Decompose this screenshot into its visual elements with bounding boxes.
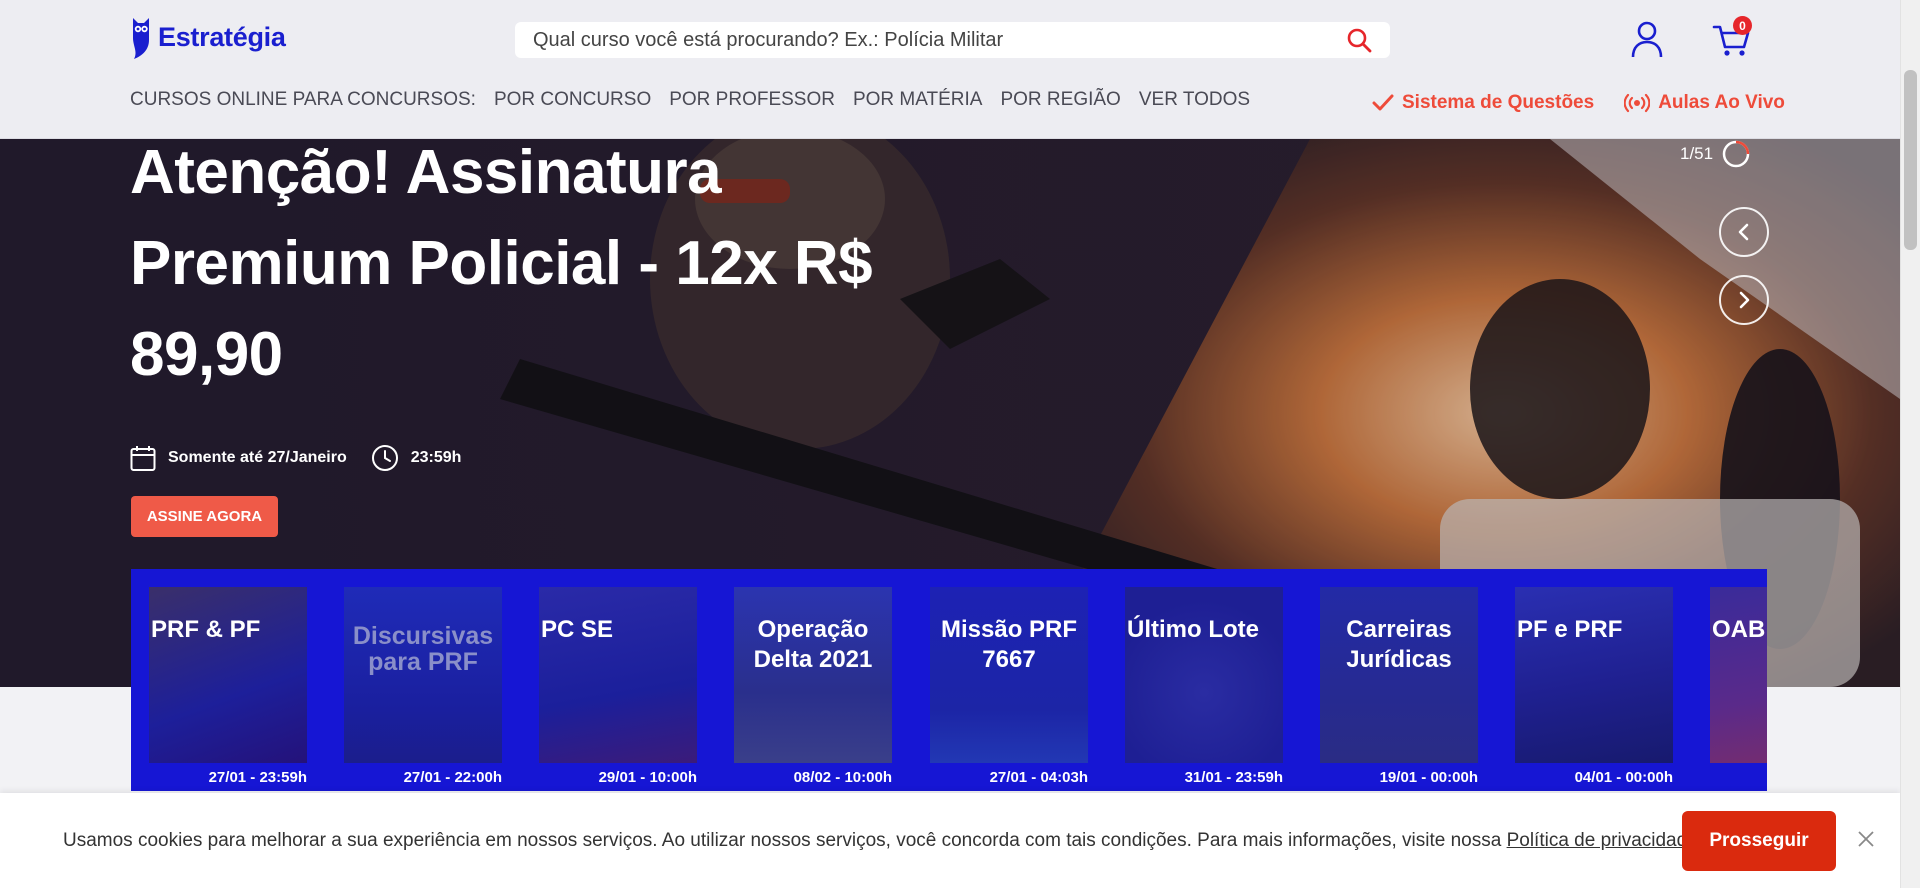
- promo-card-date: 04/01 - 00:00h: [1574, 769, 1673, 786]
- search-icon[interactable]: [1346, 27, 1372, 53]
- chevron-left-icon: [1738, 223, 1749, 241]
- promo-card-date: 31/01 - 23:59h: [1184, 769, 1283, 786]
- hero-title: Atenção! Assinatura Premium Policial - 1…: [130, 139, 873, 389]
- promo-card[interactable]: Último Lote: [1125, 587, 1283, 763]
- logo-text: Estratégia: [158, 21, 286, 52]
- live-classes-link[interactable]: Aulas Ao Vivo: [1624, 92, 1785, 114]
- promo-card[interactable]: PRF & PF: [149, 587, 307, 763]
- promo-card-date: 29/01 - 10:00h: [598, 769, 697, 786]
- nav-right-links: Sistema de Questões Aulas Ao Vivo: [1372, 92, 1785, 114]
- deadline-text: Somente até 27/Janeiro: [168, 449, 347, 466]
- proceed-button[interactable]: Prosseguir: [1682, 811, 1836, 871]
- promo-card-date: 27/01 - 22:00h: [403, 769, 502, 786]
- owl-logo-icon: [133, 18, 149, 59]
- close-icon[interactable]: [1856, 829, 1876, 849]
- search-input[interactable]: [533, 28, 1346, 52]
- checkmark-icon: [1372, 94, 1394, 111]
- questions-system-label: Sistema de Questões: [1402, 92, 1595, 113]
- main-nav: CURSOS ONLINE PARA CONCURSOS: POR CONCUR…: [130, 89, 1250, 111]
- search-bar: [515, 22, 1390, 58]
- cookie-text: Usamos cookies para melhorar a sua exper…: [63, 830, 1703, 852]
- nav-item-por-regiao[interactable]: POR REGIÃO: [1000, 89, 1120, 111]
- nav-item-por-concurso[interactable]: POR CONCURSO: [494, 89, 651, 111]
- subscribe-now-button[interactable]: ASSINE AGORA: [131, 496, 278, 537]
- promo-card-title: Último Lote: [1127, 616, 1259, 643]
- cart-count-badge: 0: [1733, 16, 1752, 35]
- privacy-policy-link[interactable]: Política de privacidade: [1507, 830, 1698, 851]
- cookie-message: Usamos cookies para melhorar a sua exper…: [63, 830, 1507, 851]
- promo-card-title: PRF & PF: [151, 616, 261, 643]
- slide-counter: 1/51: [1680, 139, 1751, 169]
- promo-card-title: PF e PRF: [1517, 616, 1623, 643]
- promo-carousel: PRF & PF 27/01 - 23:59h Discursivas para…: [131, 569, 1767, 791]
- promo-card-date: 27/01 - 23:59h: [208, 769, 307, 786]
- scrollbar-thumb[interactable]: [1904, 70, 1917, 250]
- promo-card-title: OAB: [1712, 616, 1766, 643]
- broadcast-icon: [1624, 93, 1651, 113]
- live-classes-label: Aulas Ao Vivo: [1658, 92, 1785, 113]
- promo-card[interactable]: Operação Delta 2021: [734, 587, 892, 763]
- logo[interactable]: Estratégia: [130, 14, 286, 60]
- carousel-next-button[interactable]: [1719, 275, 1769, 325]
- slide-timer-ring-icon: [1722, 140, 1750, 168]
- promo-card[interactable]: Discursivas para PRF: [344, 587, 502, 763]
- promo-card-title: Carreiras Jurídicas: [1346, 616, 1452, 673]
- slide-counter-text: 1/51: [1680, 144, 1714, 163]
- nav-item-por-materia[interactable]: POR MATÉRIA: [853, 89, 983, 111]
- deadline-time: 23:59h: [410, 449, 462, 466]
- nav-item-por-professor[interactable]: POR PROFESSOR: [669, 89, 835, 111]
- user-account-icon[interactable]: [1630, 20, 1664, 58]
- nav-label-online-courses: CURSOS ONLINE PARA CONCURSOS:: [130, 89, 476, 110]
- promo-card-date: 19/01 - 00:00h: [1379, 769, 1478, 786]
- hero-meta: Somente até 27/Janeiro 23:59h: [130, 444, 471, 472]
- cookie-banner: Usamos cookies para melhorar a sua exper…: [0, 793, 1900, 888]
- page-scrollbar[interactable]: [1900, 0, 1920, 888]
- page: Estratégia 0 CURSOS ONLINE PARA CONCURSO…: [0, 0, 1920, 888]
- promo-card-title: Operação Delta 2021: [753, 616, 873, 673]
- promo-card-date: 27/01 - 04:03h: [989, 769, 1088, 786]
- nav-item-ver-todos[interactable]: VER TODOS: [1139, 89, 1250, 111]
- promo-card[interactable]: OAB: [1710, 587, 1767, 763]
- promo-card-title: PC SE: [541, 616, 614, 643]
- promo-card-title: Missão PRF 7667: [940, 616, 1078, 673]
- calendar-icon: [130, 445, 156, 471]
- clock-icon: [371, 445, 398, 471]
- site-header: Estratégia 0 CURSOS ONLINE PARA CONCURSO…: [0, 0, 1900, 139]
- carousel-prev-button[interactable]: [1719, 207, 1769, 257]
- promo-card[interactable]: PF e PRF: [1515, 587, 1673, 763]
- promo-card-date: 08/02 - 10:00h: [793, 769, 892, 786]
- promo-card[interactable]: PC SE: [539, 587, 697, 763]
- promo-card-title: Discursivas para PRF: [352, 622, 494, 676]
- chevron-right-icon: [1739, 291, 1750, 309]
- questions-system-link[interactable]: Sistema de Questões: [1372, 92, 1594, 114]
- promo-card[interactable]: Carreiras Jurídicas: [1320, 587, 1478, 763]
- promo-card[interactable]: Missão PRF 7667: [930, 587, 1088, 763]
